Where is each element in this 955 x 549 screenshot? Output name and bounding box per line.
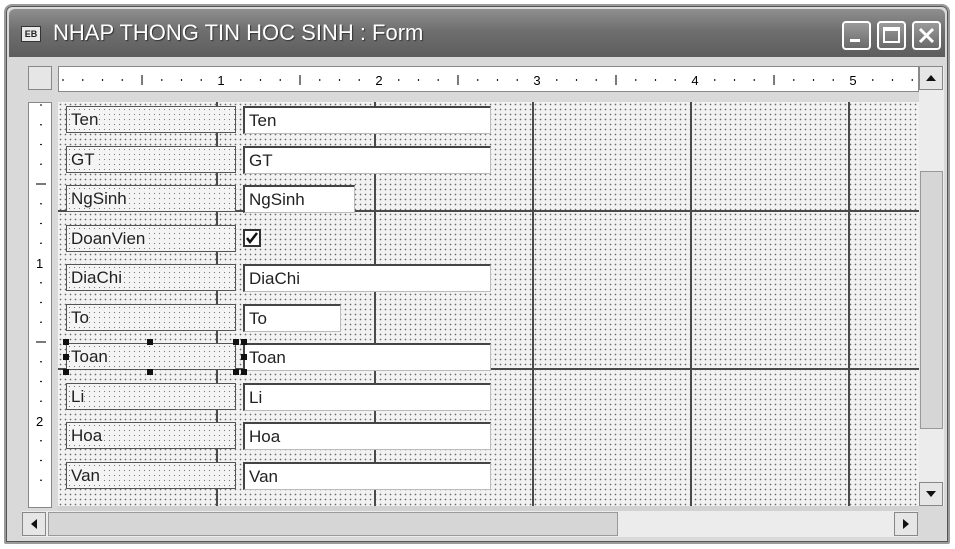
field-label-to[interactable]: To	[66, 304, 236, 331]
ruler-label: 4	[691, 73, 698, 88]
selection-handle[interactable]	[241, 369, 247, 375]
selection-handle[interactable]	[233, 369, 239, 375]
field-checkbox-doanvien[interactable]	[243, 229, 261, 247]
field-label-text: Hoa	[71, 426, 103, 445]
selection-handle[interactable]	[241, 354, 247, 360]
field-textbox-hoa[interactable]: Hoa	[243, 422, 491, 450]
ruler-label: 2	[375, 73, 382, 88]
field-textbox-toan[interactable]: Toan	[243, 343, 491, 371]
field-label-diachi[interactable]: DiaChi	[66, 264, 236, 291]
field-label-text: NgSinh	[71, 189, 127, 208]
horizontal-scrollbar[interactable]	[22, 511, 918, 537]
field-label-text: GT	[71, 150, 95, 169]
minimize-button[interactable]	[842, 21, 871, 50]
arrow-down-icon	[926, 491, 936, 497]
field-label-text: Van	[71, 466, 100, 485]
horizontal-ruler-ticks: 1 2 3 4 5	[62, 73, 913, 88]
vertical-scrollbar[interactable]	[919, 66, 944, 506]
selection-handle[interactable]	[241, 339, 247, 345]
field-label-van[interactable]: Van	[66, 462, 236, 489]
field-label-li[interactable]: Li	[66, 383, 236, 410]
close-button[interactable]	[912, 21, 941, 50]
field-label-gt[interactable]: GT	[66, 146, 236, 173]
field-label-hoa[interactable]: Hoa	[66, 422, 236, 449]
field-label-text: Ten	[71, 110, 99, 129]
arrow-up-icon	[926, 75, 936, 81]
selection-handle[interactable]	[233, 339, 239, 345]
grid-line	[690, 102, 692, 506]
checkmark-icon	[246, 232, 258, 245]
arrow-right-icon	[903, 519, 909, 529]
minimize-icon	[850, 39, 860, 42]
scroll-left-button[interactable]	[22, 512, 46, 536]
field-textbox-to[interactable]: To	[243, 304, 341, 332]
field-label-doanvien[interactable]: DoanVien	[66, 225, 236, 252]
field-label-text: Li	[71, 387, 85, 406]
ruler-label: 1	[36, 256, 43, 271]
horizontal-scroll-thumb[interactable]	[48, 512, 618, 536]
maximize-button[interactable]	[877, 21, 906, 50]
horizontal-ruler[interactable]: 1 2 3 4 5	[58, 66, 919, 92]
field-textbox-ten[interactable]: Ten	[243, 106, 491, 134]
grid-line	[532, 102, 534, 506]
selection-handle[interactable]	[147, 339, 153, 345]
vertical-scroll-thumb[interactable]	[920, 171, 943, 429]
form-design-window: EB NHAP THONG TIN HOC SINH : Form 12345 …	[4, 4, 950, 544]
ruler-corner[interactable]	[28, 66, 52, 90]
grid-line	[848, 102, 850, 506]
selection-handle[interactable]	[63, 354, 69, 360]
selection-handle[interactable]	[63, 369, 69, 375]
field-label-text: DoanVien	[71, 229, 146, 248]
ruler-label: 5	[849, 73, 856, 88]
arrow-left-icon	[31, 519, 37, 529]
scroll-right-button[interactable]	[894, 512, 918, 536]
ruler-label: 1	[217, 73, 224, 88]
scroll-up-button[interactable]	[919, 66, 943, 90]
close-icon	[918, 27, 935, 44]
maximize-icon	[883, 27, 900, 43]
ruler-label: 2	[36, 414, 43, 429]
field-textbox-ngsinh[interactable]: NgSinh	[243, 185, 355, 213]
scroll-down-button[interactable]	[919, 482, 943, 506]
field-label-text: DiaChi	[71, 268, 123, 287]
field-label-text: To	[71, 308, 89, 327]
ruler-label: 3	[533, 73, 540, 88]
field-label-toan[interactable]: Toan	[66, 343, 236, 370]
title-bar[interactable]: EB NHAP THONG TIN HOC SINH : Form	[9, 9, 945, 57]
selection-handle[interactable]	[63, 339, 69, 345]
window-title: NHAP THONG TIN HOC SINH : Form	[53, 20, 424, 45]
field-textbox-diachi[interactable]: DiaChi	[243, 264, 491, 292]
selection-handle[interactable]	[147, 369, 153, 375]
field-label-ten[interactable]: Ten	[66, 106, 236, 133]
field-label-text: Toan	[71, 347, 108, 366]
vertical-ruler[interactable]: 12	[28, 102, 52, 508]
form-icon[interactable]: EB	[21, 26, 41, 42]
field-label-ngsinh[interactable]: NgSinh	[66, 185, 236, 212]
field-textbox-li[interactable]: Li	[243, 383, 491, 411]
field-textbox-van[interactable]: Van	[243, 462, 491, 490]
vertical-ruler-ticks: 12	[36, 104, 46, 481]
detail-section-canvas[interactable]: Ten Ten GT GT NgSinh NgSinh DoanVien DiaChi DiaC…	[58, 102, 919, 506]
field-textbox-gt[interactable]: GT	[243, 146, 491, 174]
